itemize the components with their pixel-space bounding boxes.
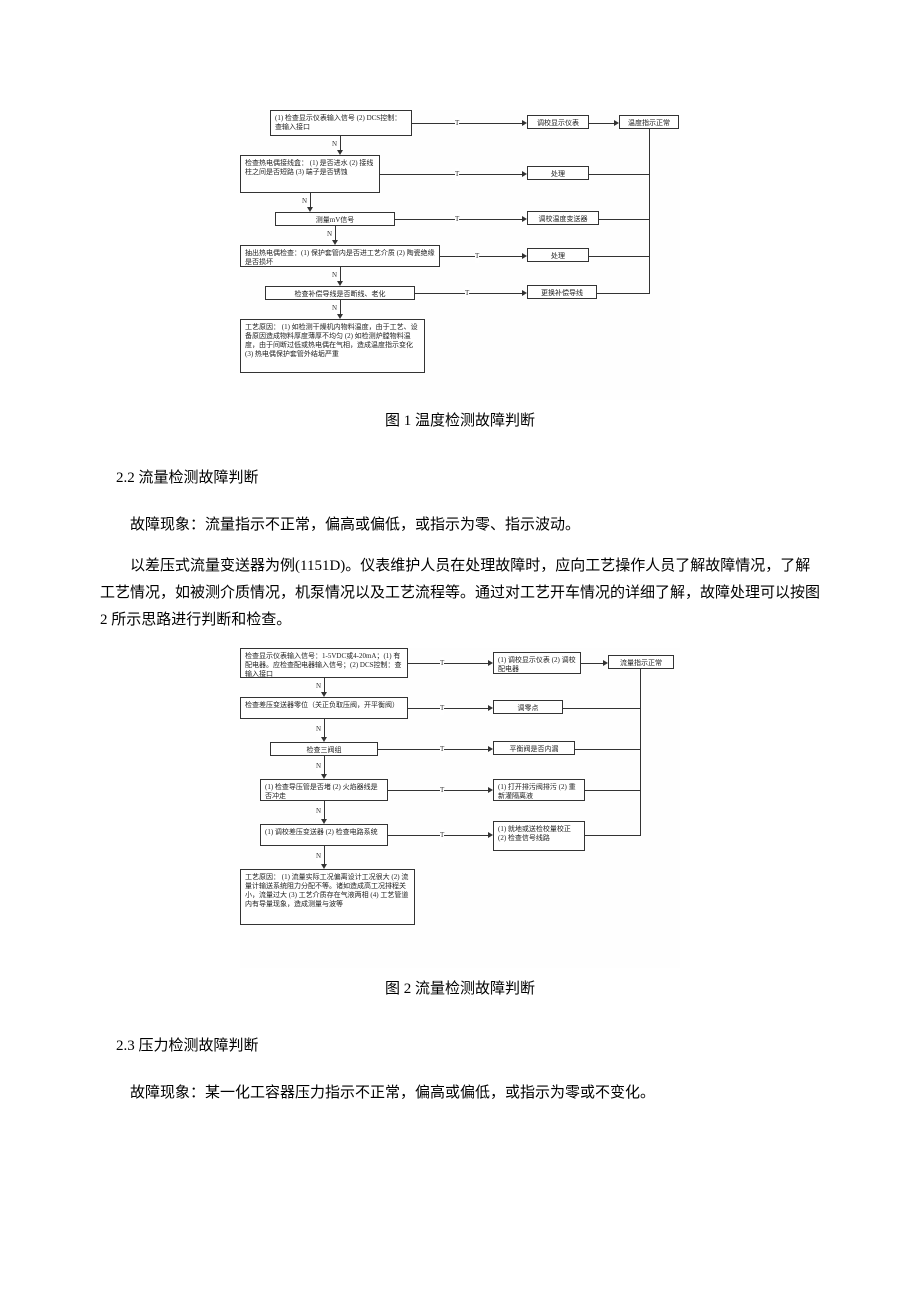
- fc2-label-N: N: [316, 850, 321, 863]
- fc1-arrow: [340, 136, 341, 150]
- fc2-box-2out: 调零点: [493, 700, 563, 714]
- fc2-box-1: 检查显示仪表输入信号：1-5VDC或4-20mA；(1) 有配电器。应检查配电器…: [240, 648, 408, 678]
- fc1-arrow: [589, 256, 649, 257]
- section-2-2-title: 2.2 流量检测故障判断: [116, 465, 820, 492]
- fc1-label-T: T: [455, 168, 459, 181]
- flowchart-1: (1) 检查显示仪表输入信号 (2) DCS控制：查输入接口 T 调校显示仪表 …: [240, 110, 680, 400]
- fc2-label-T: T: [440, 743, 444, 756]
- fc1-arrow: [589, 174, 649, 175]
- fc1-box-1out: 调校显示仪表: [527, 115, 589, 129]
- fc1-label-T: T: [475, 250, 479, 263]
- fc1-arrow: [310, 193, 311, 207]
- section-2-3-p1: 故障现象：某一化工容器压力指示不正常，偏高或偏低，或指示为零或不变化。: [100, 1080, 820, 1107]
- fc2-label-T: T: [440, 702, 444, 715]
- fc1-box-3out: 调校温度变送器: [527, 211, 599, 225]
- fc1-arrow: [597, 293, 649, 294]
- fc2-box-1final: 流量指示正常: [608, 655, 674, 669]
- fc2-arrow: [324, 719, 325, 737]
- fc1-box-2: 检查热电偶接线盒： (1) 是否进水 (2) 接线柱之间是否短路 (3) 端子是…: [240, 155, 380, 193]
- fc1-box-1: (1) 检查显示仪表输入信号 (2) DCS控制：查输入接口: [270, 110, 412, 136]
- fc1-label-N: N: [327, 228, 332, 241]
- fc1-label-T: T: [455, 213, 459, 226]
- fc1-label-T: T: [455, 117, 459, 130]
- fc1-label-N: N: [332, 269, 337, 282]
- fc1-label-T: T: [465, 287, 469, 300]
- fc1-return: [649, 129, 650, 294]
- fc1-arrow: [599, 219, 649, 220]
- fc1-label-N: N: [332, 302, 337, 315]
- fc1-box-4: 抽出热电偶检查：(1) 保护套管内是否进工艺介质 (2) 陶瓷绝缘是否损坏: [240, 245, 440, 267]
- fc2-arrow: [324, 678, 325, 692]
- fc1-box-6: 工艺原因： (1) 如检测干燥机内物料温度，由于工艺、设备原因造成物料厚度薄厚不…: [240, 319, 425, 373]
- fc2-label-N: N: [316, 760, 321, 773]
- fc2-arrow: [324, 756, 325, 774]
- fc1-arrow: [335, 226, 336, 240]
- fc1-box-2out: 处理: [527, 166, 589, 180]
- fc1-arrow: [380, 174, 522, 175]
- fc1-box-5: 检查补偿导线是否断线、老化: [265, 286, 415, 300]
- fc2-arrow: [324, 846, 325, 864]
- figure-2: 检查显示仪表输入信号：1-5VDC或4-20mA；(1) 有配电器。应检查配电器…: [100, 648, 820, 1003]
- fc2-arrow: [585, 835, 640, 836]
- fc2-label-N: N: [316, 723, 321, 736]
- fc1-box-3: 测量mV信号: [275, 212, 395, 226]
- fc2-arrow: [388, 790, 488, 791]
- figure-1-caption: 图 1 温度检测故障判断: [100, 408, 820, 435]
- fc2-arrow: [408, 663, 488, 664]
- fc2-box-3out: 平衡阀是否内漏: [493, 741, 575, 755]
- fc1-arrow: [440, 256, 522, 257]
- section-2-2-p1: 故障现象：流量指示不正常，偏高或偏低，或指示为零、指示波动。: [100, 512, 820, 539]
- flowchart-2: 检查显示仪表输入信号：1-5VDC或4-20mA；(1) 有配电器。应检查配电器…: [240, 648, 680, 968]
- fc1-box-5out: 更换补偿导线: [527, 285, 597, 299]
- fc2-arrow: [581, 663, 603, 664]
- fc1-box-1final: 温度指示正常: [619, 115, 679, 129]
- fc2-box-3: 检查三阀组: [270, 742, 378, 756]
- figure-2-caption: 图 2 流量检测故障判断: [100, 976, 820, 1003]
- figure-1: (1) 检查显示仪表输入信号 (2) DCS控制：查输入接口 T 调校显示仪表 …: [100, 110, 820, 435]
- fc2-arrow: [575, 749, 640, 750]
- fc1-label-N: N: [302, 195, 307, 208]
- fc1-arrow: [340, 267, 341, 281]
- page-content: (1) 检查显示仪表输入信号 (2) DCS控制：查输入接口 T 调校显示仪表 …: [100, 110, 820, 1107]
- fc1-label-N: N: [332, 138, 337, 151]
- fc2-label-T: T: [440, 829, 444, 842]
- fc2-label-T: T: [440, 657, 444, 670]
- section-2-2-p2: 以差压式流量变送器为例(1151D)。仪表维护人员在处理故障时，应向工艺操作人员…: [100, 553, 820, 634]
- fc2-box-6: 工艺原因： (1) 流量实际工况偏离设计工况很大 (2) 流量计输送系统阻力分配…: [240, 869, 415, 925]
- fc1-arrow: [589, 123, 614, 124]
- fc2-box-4out: (1) 打开排污阀排污 (2) 重新灌隔离液: [493, 779, 585, 801]
- fc2-box-5out: (1) 就地或送检校量校正 (2) 检查信号线路: [493, 821, 585, 851]
- fc2-box-5: (1) 调校差压变送器 (2) 检查电路系统: [260, 824, 388, 846]
- fc2-arrow: [324, 801, 325, 819]
- fc2-arrow: [388, 835, 488, 836]
- fc2-arrow: [563, 708, 640, 709]
- fc2-box-2: 检查差压变送器零位（关正负取压阀，开平衡阀）: [240, 697, 408, 719]
- fc2-arrow: [585, 790, 640, 791]
- fc1-arrow: [340, 300, 341, 314]
- section-2-3-title: 2.3 压力检测故障判断: [116, 1033, 820, 1060]
- fc2-arrow: [408, 708, 488, 709]
- fc2-return: [640, 669, 641, 836]
- fc2-label-N: N: [316, 805, 321, 818]
- fc2-box-4: (1) 检查导压管是否堵 (2) 火焰器线是否冲走: [260, 779, 388, 801]
- fc1-arrow: [412, 123, 522, 124]
- fc2-label-N: N: [316, 680, 321, 693]
- fc1-box-4out: 处理: [527, 248, 589, 262]
- fc2-arrow: [378, 749, 488, 750]
- fc2-label-T: T: [440, 784, 444, 797]
- fc2-box-1out: (1) 调校显示仪表 (2) 调校配电器: [493, 652, 581, 674]
